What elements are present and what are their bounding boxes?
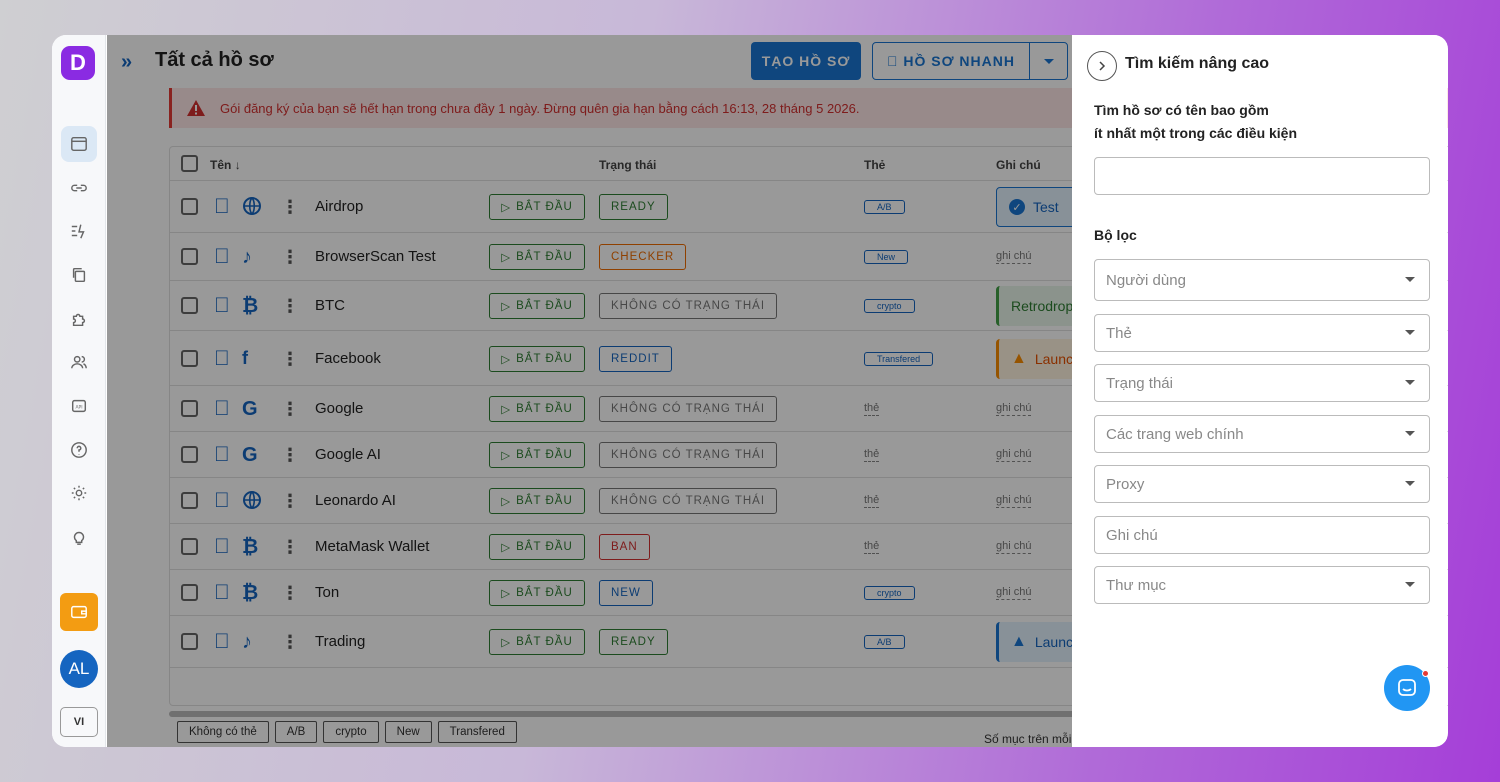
filter-placeholder: Thư mục	[1106, 576, 1167, 594]
wallet-button[interactable]	[60, 593, 98, 631]
chat-button[interactable]	[1384, 665, 1430, 711]
dropdown-arrow-icon	[1405, 330, 1415, 335]
chat-icon	[1398, 679, 1416, 696]
notification-dot	[1422, 670, 1429, 677]
filter-select[interactable]: Trạng thái	[1094, 364, 1430, 402]
automation-icon[interactable]	[61, 213, 97, 249]
filter-select[interactable]: Thư mục	[1094, 566, 1430, 604]
filter-placeholder: Proxy	[1106, 475, 1145, 493]
help-icon[interactable]	[61, 432, 97, 468]
svg-text:API: API	[75, 404, 82, 410]
modal-overlay[interactable]	[107, 35, 1128, 747]
profiles-icon[interactable]	[61, 126, 97, 162]
lightbulb-icon[interactable]	[61, 519, 97, 555]
app-logo[interactable]: D	[61, 46, 95, 80]
filter-select[interactable]: Proxy	[1094, 465, 1430, 503]
filter-heading: Bộ lọc	[1094, 227, 1137, 243]
chevron-right-icon	[1099, 61, 1106, 71]
filter-placeholder: Trạng thái	[1106, 374, 1173, 392]
dropdown-arrow-icon	[1405, 277, 1415, 282]
link-icon[interactable]	[61, 170, 97, 206]
filter-placeholder: Người dùng	[1106, 271, 1186, 289]
filter-placeholder: Ghi chú	[1106, 526, 1158, 544]
dropdown-arrow-icon	[1405, 582, 1415, 587]
search-heading: Tìm hồ sơ có tên bao gồm ít nhất một tro…	[1094, 102, 1298, 141]
filter-select[interactable]: Thẻ	[1094, 314, 1430, 352]
panel-title: Tìm kiếm nâng cao	[1125, 55, 1270, 72]
advanced-search-panel: Tìm kiếm nâng cao Tìm hồ sơ có tên bao g…	[1072, 35, 1447, 747]
users-icon[interactable]	[61, 344, 97, 380]
extension-icon[interactable]	[61, 301, 97, 337]
wallet-icon	[71, 605, 87, 619]
filter-placeholder: Thẻ	[1106, 324, 1132, 342]
dropdown-arrow-icon	[1405, 481, 1415, 486]
filter-input[interactable]: Ghi chú	[1094, 516, 1430, 554]
user-avatar[interactable]: AL	[60, 650, 98, 688]
app-window: D API AL VI » Tất cả hồ sơ TẠO HỒ SƠ  H…	[52, 35, 1448, 747]
api-icon[interactable]: API	[61, 388, 97, 424]
name-search-input[interactable]	[1094, 157, 1430, 195]
filter-select[interactable]: Các trang web chính	[1094, 415, 1430, 453]
language-switch[interactable]: VI	[60, 707, 98, 737]
dropdown-arrow-icon	[1405, 431, 1415, 436]
dropdown-arrow-icon	[1405, 380, 1415, 385]
filter-placeholder: Các trang web chính	[1106, 425, 1244, 443]
settings-icon[interactable]	[61, 475, 97, 511]
filter-select[interactable]: Người dùng	[1094, 259, 1430, 301]
sidebar: D API AL VI	[52, 35, 106, 747]
copy-icon[interactable]	[61, 257, 97, 293]
close-panel-button[interactable]	[1087, 51, 1117, 81]
